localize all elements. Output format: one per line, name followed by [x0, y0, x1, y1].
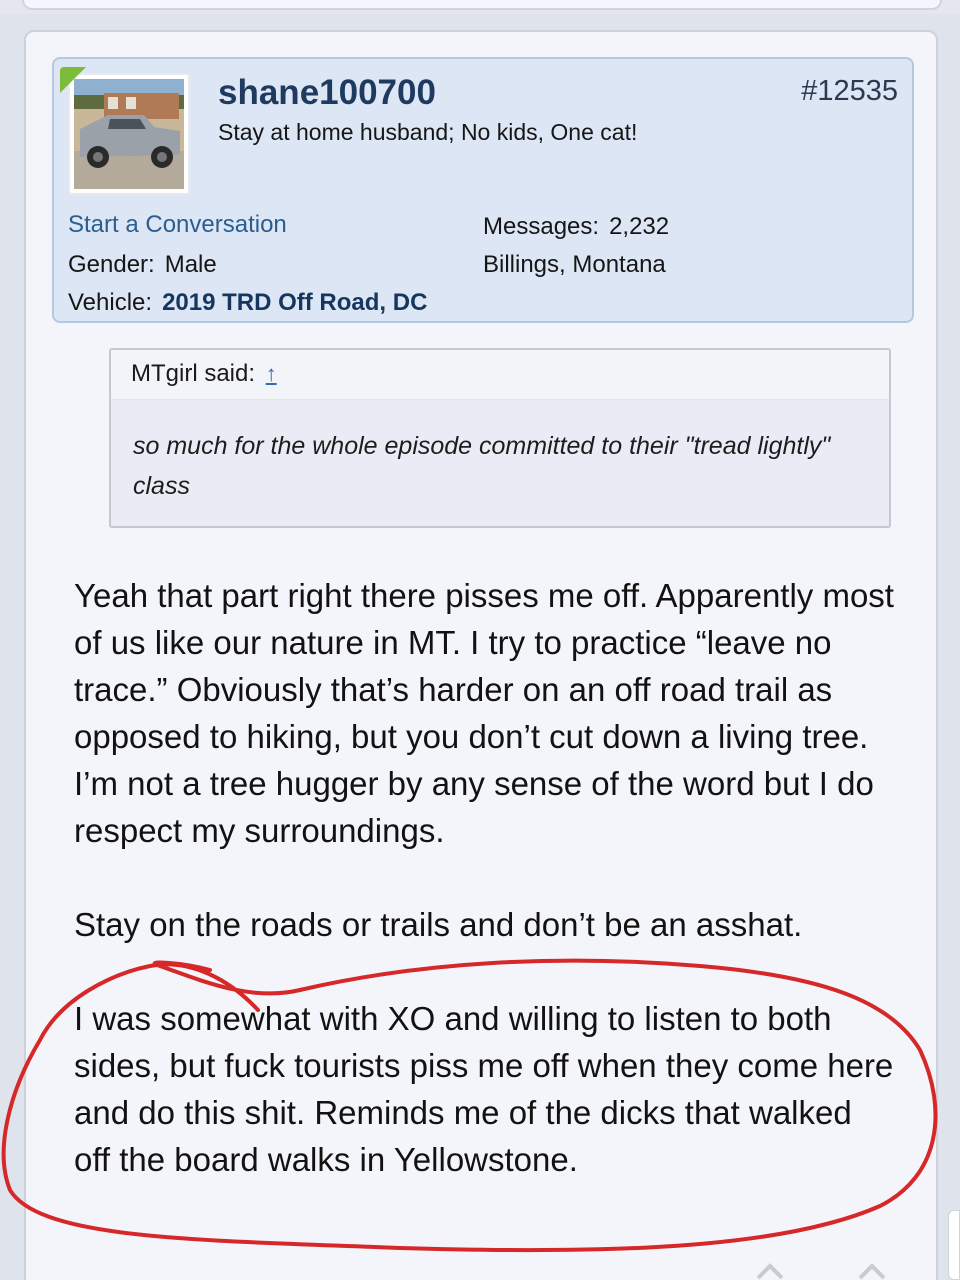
message-body: Yeah that part right there pisses me off…: [74, 572, 894, 1230]
messages-value: 2,232: [609, 213, 670, 240]
messages-field: Messages: 2,232: [483, 213, 669, 241]
gender-label: Gender:: [68, 251, 155, 278]
message-paragraph: Yeah that part right there pisses me off…: [74, 577, 894, 849]
username-link[interactable]: shane100700: [218, 73, 436, 113]
location-field: Billings, Montana: [483, 251, 666, 279]
previous-post-edge: [22, 0, 942, 10]
start-conversation-link[interactable]: Start a Conversation: [68, 211, 287, 239]
quote-text: so much for the whole episode committed …: [133, 432, 831, 500]
online-indicator-icon: [60, 67, 86, 93]
user-info-card: shane100700 #12535 Stay at home husband;…: [52, 57, 914, 323]
messages-label: Messages:: [483, 213, 600, 240]
avatar[interactable]: [68, 73, 190, 195]
message-paragraph: I was somewhat with XO and willing to li…: [74, 1000, 894, 1178]
quote-author: MTgirl said:: [131, 360, 256, 387]
forum-post: shane100700 #12535 Stay at home husband;…: [24, 30, 938, 1280]
quote-header: MTgirl said: ↑: [111, 350, 889, 400]
post-number-link[interactable]: #12535: [801, 75, 898, 108]
gender-field: Gender: Male: [68, 251, 217, 279]
scroll-chevrons-icon[interactable]: [756, 1258, 886, 1280]
location-value: Billings, Montana: [483, 251, 666, 278]
user-title: Stay at home husband; No kids, One cat!: [218, 119, 638, 145]
quote-block: MTgirl said: ↑ so much for the whole epi…: [109, 348, 891, 528]
up-arrow-icon[interactable]: ↑: [266, 361, 277, 386]
gender-value: Male: [164, 251, 217, 278]
vehicle-link[interactable]: 2019 TRD Off Road, DC: [162, 289, 427, 316]
vehicle-label: Vehicle:: [68, 289, 153, 316]
message-paragraph: Stay on the roads or trails and don’t be…: [74, 906, 803, 943]
vehicle-field: Vehicle: 2019 TRD Off Road, DC: [68, 289, 427, 317]
edge-panel-handle[interactable]: [948, 1210, 960, 1280]
truck-photo: [74, 79, 184, 189]
